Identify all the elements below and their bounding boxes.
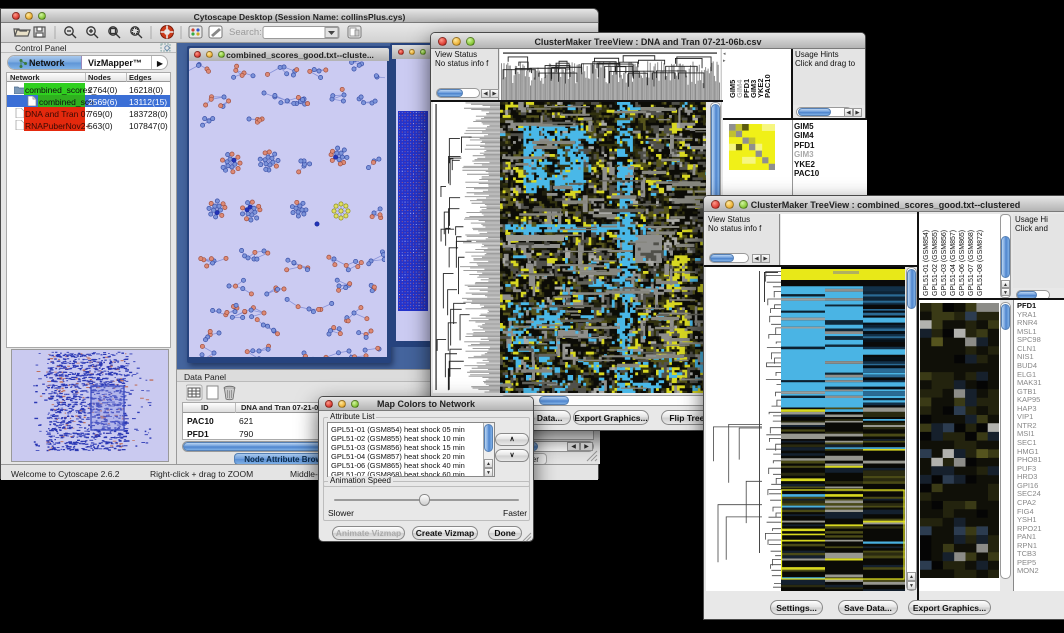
- svg-text:PAC10: PAC10: [763, 74, 772, 98]
- svg-text:GPL51-06 (GSM865): GPL51-06 (GSM865): [959, 230, 966, 296]
- svg-text:GPL51-07 (GSM868): GPL51-07 (GSM868): [968, 230, 975, 296]
- svg-text:GPL51-04 (GSM857): GPL51-04 (GSM857): [950, 230, 957, 296]
- svg-text:GPL51-01 (GSM854): GPL51-01 (GSM854): [923, 230, 930, 296]
- svg-text:GPL51-08 (GSM872): GPL51-08 (GSM872): [977, 230, 984, 296]
- svg-text:Search:: Search:: [229, 27, 262, 38]
- svg-text:GPL51-03 (GSM856): GPL51-03 (GSM856): [941, 230, 948, 296]
- svg-text:GPL51-02 (GSM855): GPL51-02 (GSM855): [932, 230, 939, 296]
